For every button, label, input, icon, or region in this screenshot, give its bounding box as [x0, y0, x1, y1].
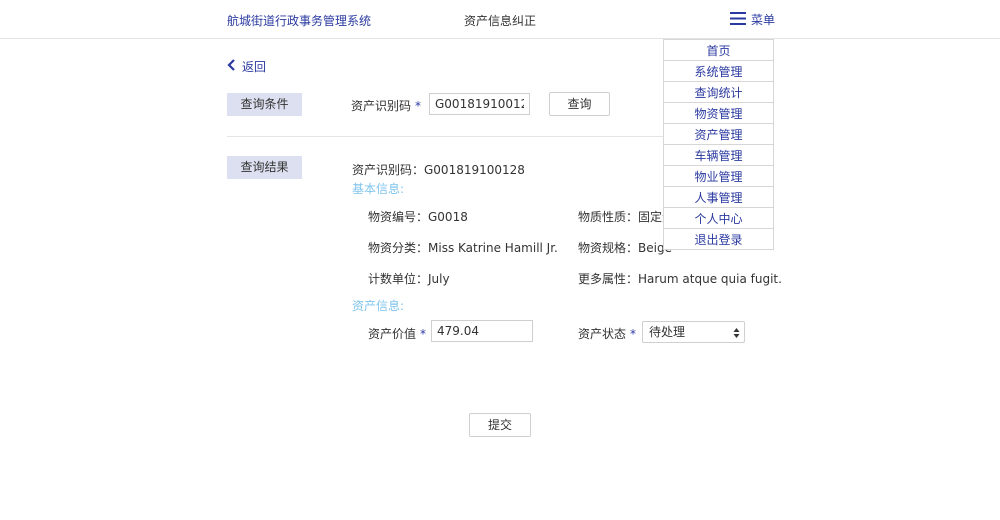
basic-info-title: 基本信息:: [352, 182, 405, 196]
header: 航城街道行政事务管理系统 资产信息纠正 菜单: [0, 0, 1000, 39]
chevron-left-icon: [227, 59, 236, 74]
required-mark: *: [415, 99, 422, 113]
menu-item-system[interactable]: 系统管理: [663, 60, 774, 82]
item-category: 物资分类：Miss Katrine Hamill Jr.: [368, 241, 558, 255]
nav-menu: 首页 系统管理 查询统计 物资管理 资产管理 车辆管理 物业管理 人事管理 个人…: [663, 39, 774, 250]
menu-item-property[interactable]: 物业管理: [663, 165, 774, 187]
menu-item-materials[interactable]: 物资管理: [663, 102, 774, 124]
item-number: 物资编号：G0018: [368, 210, 468, 224]
asset-info-title: 资产信息:: [352, 299, 405, 313]
result-asset-code: 资产识别码：G001819100128: [352, 163, 525, 177]
asset-status-label-text: 资产状态: [578, 327, 627, 341]
more-attributes: 更多属性：Harum atque quia fugit.: [578, 272, 782, 286]
query-section-tag: 查询条件: [227, 93, 302, 116]
asset-value-label: 资产价值 *: [368, 325, 426, 342]
asset-code-label-text: 资产识别码: [351, 99, 412, 113]
asset-status-select[interactable]: 待处理: [642, 321, 745, 343]
required-mark: *: [420, 327, 427, 341]
asset-value-label-text: 资产价值: [368, 327, 417, 341]
hamburger-icon: [730, 11, 746, 28]
submit-button[interactable]: 提交: [469, 413, 531, 437]
menu-item-vehicles[interactable]: 车辆管理: [663, 144, 774, 166]
item-spec: 物资规格：Beige: [578, 241, 672, 255]
result-section-tag: 查询结果: [227, 156, 302, 179]
back-link[interactable]: 返回: [227, 58, 266, 75]
menu-button[interactable]: 菜单: [730, 11, 775, 28]
menu-label: 菜单: [751, 13, 776, 27]
asset-code-label: 资产识别码 *: [351, 97, 421, 114]
menu-item-personnel[interactable]: 人事管理: [663, 186, 774, 208]
menu-item-statistics[interactable]: 查询统计: [663, 81, 774, 103]
select-arrows-icon: [733, 325, 740, 345]
back-label: 返回: [242, 60, 267, 74]
menu-item-home[interactable]: 首页: [663, 39, 774, 61]
page-title: 资产信息纠正: [463, 14, 536, 28]
asset-status-value: 待处理: [649, 325, 686, 339]
asset-status-label: 资产状态 *: [578, 325, 636, 342]
asset-value-input[interactable]: [431, 320, 533, 342]
count-unit: 计数单位：July: [368, 272, 450, 286]
menu-item-profile[interactable]: 个人中心: [663, 207, 774, 229]
menu-item-assets[interactable]: 资产管理: [663, 123, 774, 145]
menu-item-logout[interactable]: 退出登录: [663, 228, 774, 250]
required-mark: *: [630, 327, 637, 341]
search-button[interactable]: 查询: [549, 92, 610, 116]
asset-code-input[interactable]: [429, 93, 530, 115]
